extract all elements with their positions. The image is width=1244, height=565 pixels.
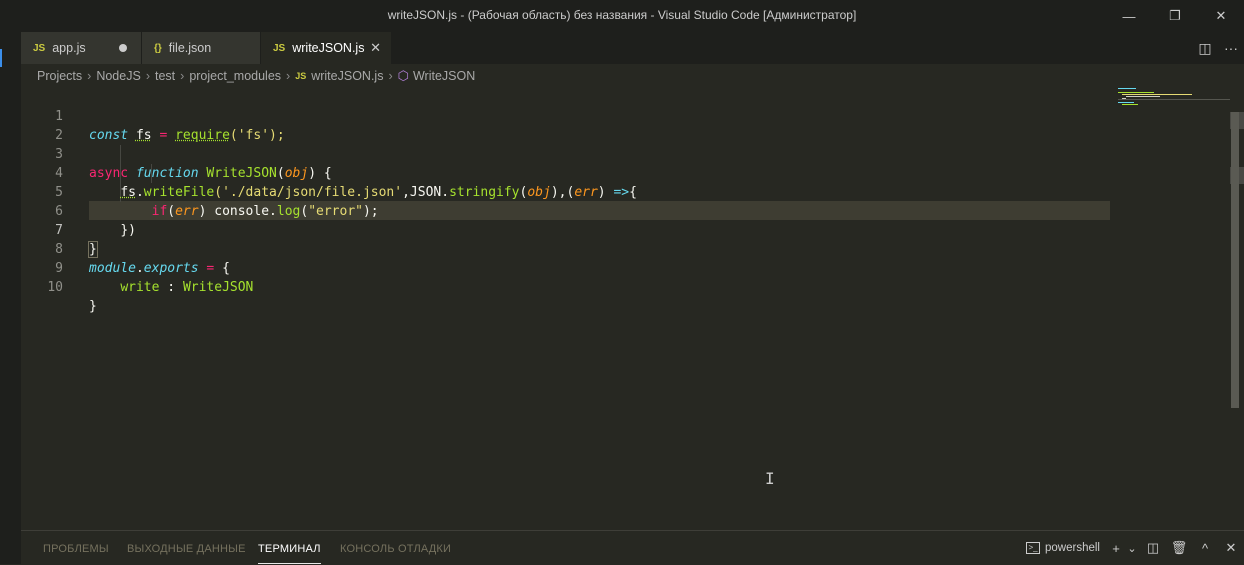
- activity-bar: [0, 32, 21, 564]
- close-tab-icon[interactable]: ✕: [370, 40, 381, 56]
- terminal-actions: >_ powershell + ⌄ ◫ 🗑 ^ ✕: [1026, 531, 1244, 565]
- code-line: 2: [21, 107, 1121, 143]
- tab-file-json[interactable]: {} file.json: [142, 32, 260, 64]
- chevron-right-icon: ›: [180, 69, 185, 83]
- code-line: 10 }: [21, 259, 1121, 314]
- chevron-right-icon: ›: [145, 69, 150, 83]
- code-line: 3 async function WriteJSON(obj) {: [21, 126, 1121, 181]
- editor-tabs: JS app.js {} file.json JS writeJSON.js ✕…: [21, 32, 1244, 64]
- tab-terminal[interactable]: ТЕРМИНАЛ: [258, 543, 321, 564]
- tab-output[interactable]: ВЫХОДНЫЕ ДАННЫЕ: [127, 543, 246, 555]
- vertical-scrollbar[interactable]: [1230, 88, 1244, 530]
- js-file-icon: JS: [295, 71, 307, 81]
- code-line: 1 const fs = require('fs');: [21, 88, 1121, 143]
- breadcrumb: Projects › NodeJS › test › project_modul…: [21, 64, 1244, 88]
- chevron-right-icon: ›: [388, 69, 393, 83]
- terminal-label: powershell: [1045, 542, 1100, 554]
- bottom-panel: ПРОБЛЕМЫ ВЫХОДНЫЕ ДАННЫЕ ТЕРМИНАЛ КОНСОЛ…: [21, 530, 1244, 564]
- add-terminal-icon[interactable]: +: [1108, 541, 1124, 556]
- breadcrumb-item[interactable]: writeJSON.js: [311, 69, 383, 83]
- tab-label: file.json: [168, 41, 212, 55]
- tab-label: writeJSON.js: [292, 41, 365, 55]
- breadcrumb-item[interactable]: WriteJSON: [413, 69, 475, 83]
- code-text: write : WriteJSON: [120, 280, 254, 295]
- code-line-current: 7 }: [21, 202, 1121, 258]
- json-file-icon: {}: [154, 42, 162, 54]
- breadcrumb-item[interactable]: test: [155, 69, 175, 83]
- breadcrumb-item[interactable]: project_modules: [189, 69, 281, 83]
- tab-terminal-label: ТЕРМИНАЛ: [258, 543, 321, 555]
- editor-actions: ◫ ···: [1192, 32, 1244, 64]
- minimize-button[interactable]: —: [1106, 0, 1152, 32]
- tab-problems[interactable]: ПРОБЛЕМЫ: [43, 543, 109, 555]
- title-bar: writeJSON.js - (Рабочая область) без наз…: [0, 0, 1244, 32]
- code-line: 6 }): [21, 183, 1121, 238]
- symbol-function-icon: ⬡: [397, 68, 409, 83]
- text-cursor-icon: I: [765, 469, 775, 488]
- tab-writejson-js[interactable]: JS writeJSON.js ✕: [261, 32, 391, 64]
- tab-app-js[interactable]: JS app.js: [21, 32, 141, 64]
- code-line: 5 if(err) console.log("error");: [21, 164, 1121, 219]
- scrollbar-thumb[interactable]: [1231, 112, 1239, 408]
- code-text: }: [89, 299, 97, 314]
- activity-indicator: [0, 49, 2, 67]
- breadcrumb-item[interactable]: NodeJS: [96, 69, 140, 83]
- js-file-icon: JS: [33, 42, 46, 54]
- line-number: 10: [47, 280, 63, 295]
- tab-label: app.js: [52, 41, 86, 55]
- terminal-selector[interactable]: >_ powershell: [1026, 542, 1100, 554]
- split-terminal-icon[interactable]: ◫: [1140, 540, 1166, 556]
- minimap[interactable]: [1118, 88, 1230, 108]
- terminal-icon: >_: [1026, 542, 1041, 554]
- chevron-up-icon[interactable]: ^: [1192, 541, 1218, 556]
- more-actions-icon[interactable]: ···: [1218, 40, 1244, 56]
- maximize-button[interactable]: ❐: [1152, 0, 1198, 32]
- tab-debug-console[interactable]: КОНСОЛЬ ОТЛАДКИ: [340, 543, 451, 555]
- trash-icon[interactable]: 🗑: [1166, 540, 1192, 556]
- code-line: 9 write : WriteJSON: [21, 240, 1121, 295]
- modified-dot-icon[interactable]: [119, 44, 127, 52]
- code-line: 8 module.exports = {: [21, 221, 1121, 276]
- chevron-right-icon: ›: [87, 69, 92, 83]
- close-panel-icon[interactable]: ✕: [1218, 540, 1244, 556]
- code-editor[interactable]: 1 const fs = require('fs'); 2 3 async fu…: [21, 88, 1244, 530]
- minimap-viewport: [1118, 99, 1230, 100]
- js-file-icon: JS: [273, 42, 286, 54]
- chevron-down-icon[interactable]: ⌄: [1124, 542, 1140, 555]
- breadcrumb-item[interactable]: Projects: [37, 69, 82, 83]
- chevron-right-icon: ›: [286, 69, 291, 83]
- code-line: 4 fs.writeFile('./data/json/file.json',J…: [21, 145, 1121, 200]
- window-title: writeJSON.js - (Рабочая область) без наз…: [387, 8, 857, 22]
- close-window-button[interactable]: ✕: [1198, 0, 1244, 32]
- split-editor-icon[interactable]: ◫: [1192, 40, 1218, 57]
